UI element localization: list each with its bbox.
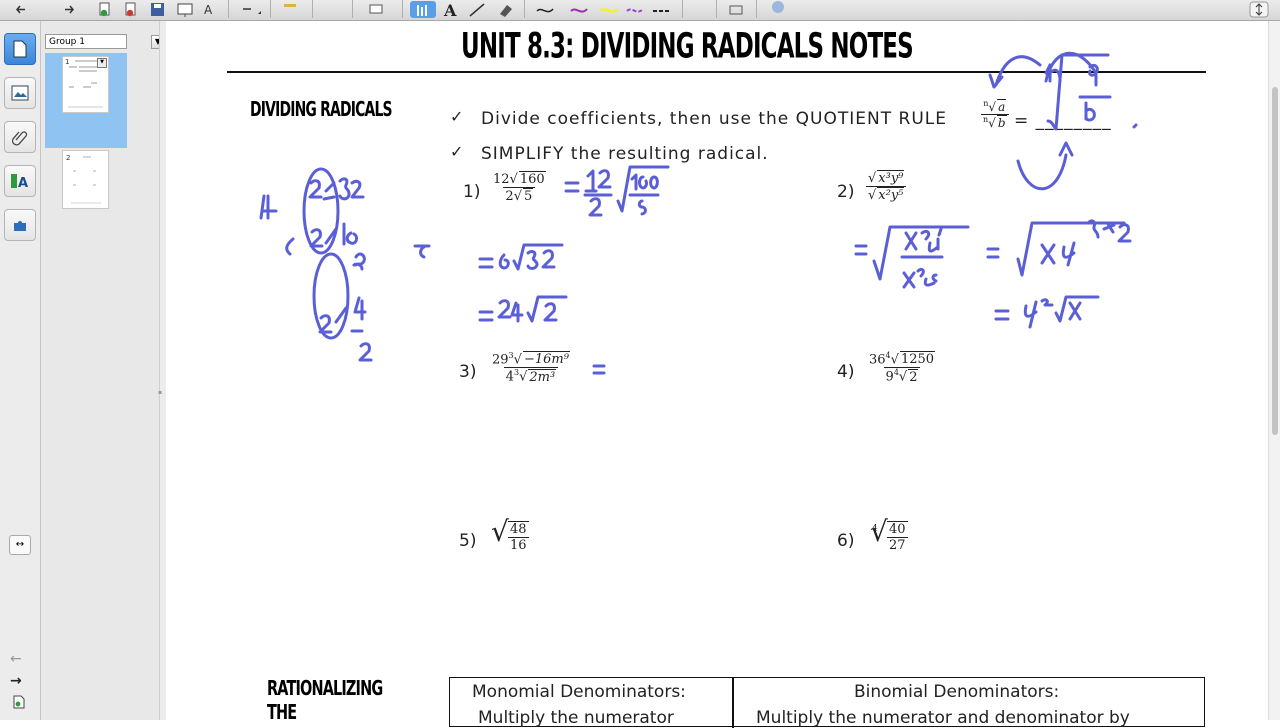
page-sorter-icon[interactable] (4, 33, 36, 65)
bullet-text: Divide coefficients, then use the QUOTIE… (481, 109, 947, 129)
collapse-toolbar-icon[interactable] (1248, 1, 1270, 18)
table-cell: Multiply the numerator and denominator b… (756, 708, 1130, 728)
table-header: Monomial Denominators: (472, 682, 686, 702)
add-page-icon[interactable] (96, 1, 114, 18)
select-icon[interactable] (236, 1, 264, 18)
problem-2-expression: √ x³y⁹ √ x²y⁵ (866, 170, 907, 203)
vertical-scrollbar[interactable] (1268, 21, 1280, 720)
properties-icon[interactable] (766, 1, 790, 18)
root-index: 3 (508, 351, 514, 360)
arrow-right-icon[interactable] (58, 1, 80, 18)
radicand: x²y⁵ (877, 187, 905, 203)
line-icon[interactable] (466, 1, 488, 18)
quotient-rule-blank: = ________ (1014, 111, 1112, 131)
sidebar-tabs: A ↔ ← → (0, 21, 41, 720)
chevron-down-icon[interactable]: ▼ (97, 58, 107, 68)
numerator: 48 (510, 522, 527, 537)
problem-label: 5) (459, 531, 477, 551)
svg-text:A: A (443, 1, 457, 18)
collapse-icon[interactable] (364, 1, 388, 18)
root-index: 3 (514, 368, 520, 378)
coef: 4 (505, 369, 514, 385)
delete-page-icon[interactable] (122, 1, 140, 18)
pen-icon[interactable] (410, 1, 436, 18)
panel-splitter[interactable]: ▪ (158, 21, 166, 720)
page-sorter-panel: Group 1 ▼ 1 ▼ 2 (41, 21, 165, 720)
problem-3-expression: 293√ −16m⁹ 43√ 2m³ (492, 351, 570, 385)
eraser-icon[interactable] (494, 1, 516, 18)
group-select[interactable]: Group 1 (45, 34, 127, 49)
arrow-left-icon[interactable] (10, 1, 32, 18)
attachments-icon[interactable] (4, 121, 36, 153)
coef: 36 (869, 352, 886, 368)
scroll-thumb[interactable] (1272, 87, 1278, 435)
problem-6-expression: 40 27 (887, 521, 908, 553)
table-cell: Multiply the numerator (478, 708, 674, 728)
main-toolbar: A A (0, 0, 1280, 21)
radical-sign-icon: √ (870, 515, 888, 548)
page-thumbnail[interactable]: 1 ▼ (62, 56, 109, 113)
section-heading: RATIONALIZING THE (267, 677, 383, 725)
problem-label: 3) (459, 362, 477, 382)
root-index: 4 (893, 368, 899, 378)
table-icon[interactable]: A (201, 1, 221, 18)
back-arrow-icon[interactable]: ← (10, 651, 22, 667)
radicand: 1250 (899, 351, 936, 368)
coef: 2 (505, 189, 514, 204)
radicand: 2 (908, 368, 919, 385)
problem-label: 2) (837, 182, 855, 202)
table-divider (732, 678, 734, 728)
text-icon[interactable]: A (440, 1, 462, 18)
denominator: 16 (508, 537, 529, 553)
problem-label: 4) (837, 362, 855, 382)
dashed-line-icon[interactable] (648, 1, 678, 18)
properties-icon[interactable]: A (4, 165, 36, 197)
checkmark-icon: ✓ (450, 107, 464, 126)
page-thumbnail[interactable]: 2 (62, 150, 109, 209)
line-style-icon[interactable] (532, 1, 562, 18)
save-icon[interactable] (148, 1, 168, 18)
properties-icon[interactable] (278, 1, 304, 18)
forward-arrow-icon[interactable]: → (10, 673, 22, 689)
problem-label: 6) (837, 531, 855, 551)
radicand: 2m³ (528, 368, 557, 385)
whiteboard-page[interactable]: UNIT 8.3: DIVIDING RADICALS NOTES DIVIDI… (166, 21, 1268, 728)
pen-color-icon[interactable] (566, 1, 596, 18)
fill-icon[interactable] (724, 1, 750, 18)
svg-text:A: A (204, 3, 213, 17)
splitter-grip-icon[interactable]: ▪ (158, 389, 162, 396)
page-title: UNIT 8.3: DIVIDING RADICALS NOTES (461, 25, 914, 67)
radicand: 5 (522, 188, 534, 204)
table-header: Binomial Denominators: (854, 682, 1060, 702)
svg-text:A: A (18, 176, 28, 190)
radical-sign-icon: √ (491, 515, 509, 548)
addons-icon[interactable] (4, 209, 36, 241)
problem-1-expression: 12√ 160 2√ 5 (493, 171, 546, 204)
quotient-rule-fraction: n√ a n√ b (981, 99, 1009, 130)
coef: 9 (885, 369, 894, 385)
coef: 12 (493, 172, 510, 187)
denominator: 27 (887, 537, 908, 553)
problem-label: 1) (463, 182, 481, 202)
screen-shade-icon[interactable] (175, 1, 195, 18)
coef: 29 (492, 352, 509, 368)
section-heading: DIVIDING RADICALS (250, 98, 393, 122)
numerator: 40 (889, 522, 906, 537)
checkmark-icon: ✓ (450, 142, 464, 161)
problem-4-expression: 364√ 1250 94√ 2 (869, 351, 936, 385)
page-thumbnail-selected[interactable]: 1 ▼ (45, 53, 127, 148)
add-page-icon[interactable] (13, 694, 25, 713)
problem-5-expression: 48 16 (508, 521, 529, 553)
radicand: −16m⁹ (522, 351, 570, 368)
bullet-text: SIMPLIFY the resulting radical. (481, 144, 769, 164)
radicand: x³y⁹ (877, 170, 905, 186)
expand-panel-icon[interactable]: ↔ (9, 535, 31, 555)
root-index: 4 (885, 351, 891, 360)
radicand: 160 (518, 171, 546, 187)
title-underline (227, 71, 1206, 73)
gallery-icon[interactable] (4, 77, 36, 109)
